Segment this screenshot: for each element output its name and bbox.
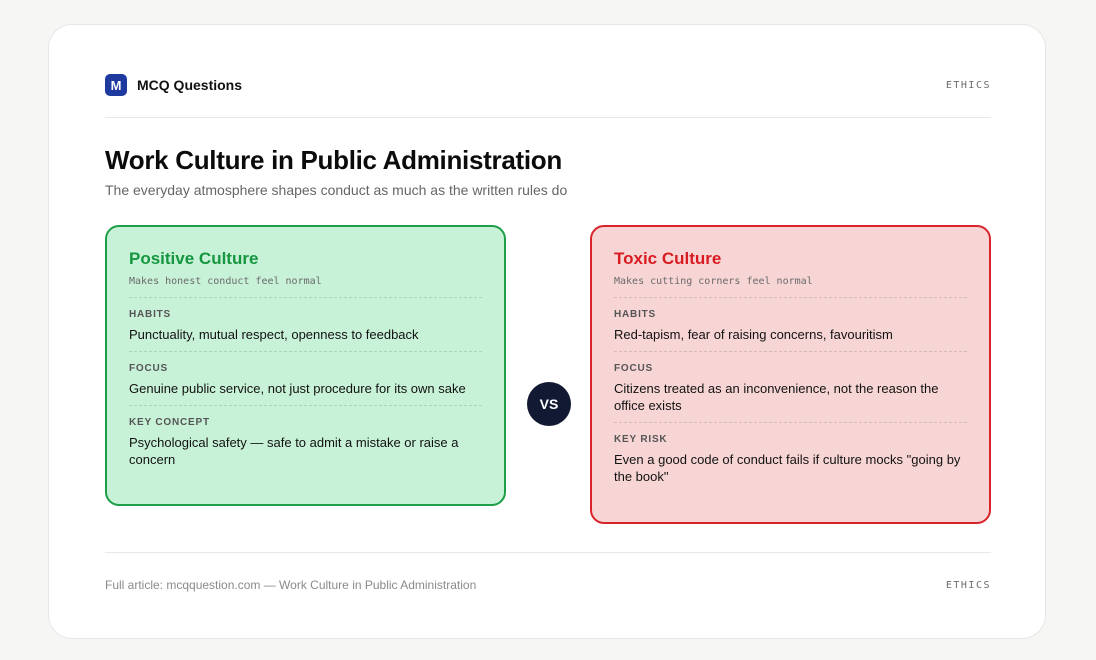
section-label: KEY CONCEPT — [129, 417, 210, 428]
vs-badge: VS — [527, 382, 571, 426]
brand-logo-icon: M — [105, 74, 127, 96]
section-text: Psychological safety — safe to admit a m… — [129, 435, 459, 467]
panel-section-habits: HABITS Punctuality, mutual respect, open… — [129, 297, 482, 351]
header: M MCQ Questions ETHICS — [105, 74, 991, 96]
panel-subtitle: Makes honest conduct feel normal — [129, 276, 322, 287]
footer-article-link[interactable]: Full article: mcqquestion.com — Work Cul… — [105, 578, 476, 592]
panel-title: Toxic Culture — [614, 249, 722, 268]
section-text: Punctuality, mutual respect, openness to… — [129, 327, 419, 342]
section-label: FOCUS — [614, 363, 653, 374]
section-text: Citizens treated as an inconvenience, no… — [614, 381, 939, 413]
panel-title: Positive Culture — [129, 249, 259, 268]
panel-section-habits: HABITS Red-tapism, fear of raising conce… — [614, 297, 967, 351]
panel-section-focus: FOCUS Genuine public service, not just p… — [129, 351, 482, 405]
section-text: Red-tapism, fear of raising concerns, fa… — [614, 327, 893, 342]
content-card: M MCQ Questions ETHICS Work Culture in P… — [48, 24, 1046, 639]
header-divider — [105, 117, 991, 118]
page-title: Work Culture in Public Administration — [105, 145, 562, 175]
panel-section-focus: FOCUS Citizens treated as an inconvenien… — [614, 351, 967, 422]
footer-category-tag: ETHICS — [945, 579, 991, 591]
category-tag: ETHICS — [945, 79, 991, 91]
panel-section-key-risk: KEY RISK Even a good code of conduct fai… — [614, 422, 967, 493]
section-text: Even a good code of conduct fails if cul… — [614, 452, 961, 484]
section-text: Genuine public service, not just procedu… — [129, 381, 466, 396]
section-label: FOCUS — [129, 363, 168, 374]
brand-name: MCQ Questions — [137, 77, 243, 93]
footer-divider — [105, 552, 991, 553]
brand[interactable]: M MCQ Questions — [105, 74, 242, 96]
positive-culture-panel: Positive Culture Makes honest conduct fe… — [105, 225, 506, 506]
panel-subtitle: Makes cutting corners feel normal — [614, 276, 813, 287]
section-label: KEY RISK — [614, 434, 668, 445]
section-label: HABITS — [614, 309, 657, 320]
section-label: HABITS — [129, 309, 172, 320]
toxic-culture-panel: Toxic Culture Makes cutting corners feel… — [590, 225, 991, 524]
page-subtitle: The everyday atmosphere shapes conduct a… — [105, 182, 568, 198]
panel-section-key-concept: KEY CONCEPT Psychological safety — safe … — [129, 405, 482, 476]
footer: Full article: mcqquestion.com — Work Cul… — [105, 578, 991, 592]
